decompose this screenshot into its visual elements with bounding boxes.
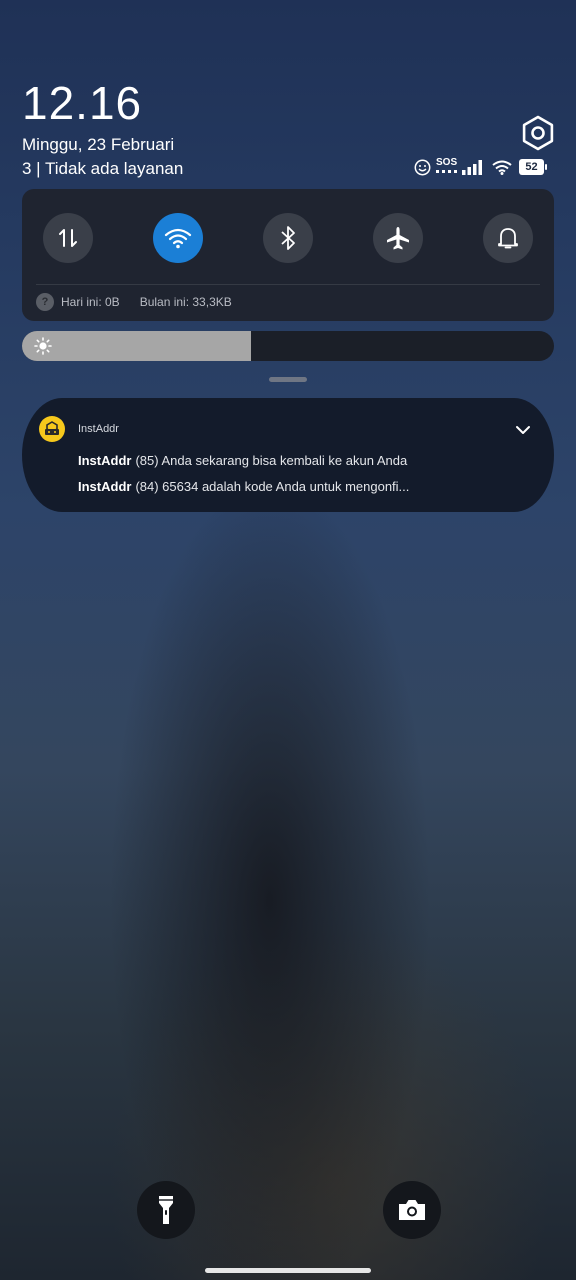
data-transfer-icon <box>59 229 77 247</box>
battery-level: 52 <box>519 159 544 175</box>
message-sender: InstAddr <box>78 453 132 468</box>
sun-icon <box>34 337 52 355</box>
airplane-icon <box>387 227 409 250</box>
camera-button[interactable] <box>383 1181 441 1239</box>
bluetooth-icon <box>281 226 295 250</box>
notification-message[interactable]: InstAddr (84) 65634 adalah kode Anda untu… <box>78 479 409 494</box>
message-text: (85) Anda sekarang bisa kembali ke akun … <box>135 453 408 468</box>
message-text: (84) 65634 adalah kode Anda untuk mengon… <box>135 479 410 494</box>
instaddr-logo-icon <box>45 421 59 435</box>
sos-label: SOS <box>436 157 458 168</box>
qs-divider <box>36 284 540 285</box>
home-indicator[interactable] <box>205 1268 371 1273</box>
settings-button[interactable] <box>520 115 556 151</box>
expand-button[interactable] <box>510 417 536 443</box>
smiley-icon <box>414 159 431 176</box>
notification-message[interactable]: InstAddr (85) Anda sekarang bisa kembali … <box>78 453 407 468</box>
bell-icon <box>498 228 518 249</box>
wifi-icon <box>164 228 192 249</box>
battery-indicator: 52 <box>519 159 547 175</box>
gear-icon <box>522 115 554 151</box>
data-usage-row: ? Hari ini: 0B Bulan ini: 33,3KB <box>36 292 232 312</box>
panel-drag-handle[interactable] <box>269 377 307 382</box>
tile-airplane[interactable] <box>373 213 423 263</box>
carrier-label: 3 | Tidak ada layanan <box>22 159 184 178</box>
app-name: InstAddr <box>78 423 119 435</box>
app-icon <box>39 416 65 442</box>
data-usage-info-icon: ? <box>36 293 54 311</box>
tile-mobile-data[interactable] <box>43 213 93 263</box>
tile-sound[interactable] <box>483 213 533 263</box>
flashlight-button[interactable] <box>137 1181 195 1239</box>
quick-settings-panel: ? Hari ini: 0B Bulan ini: 33,3KB <box>22 189 554 321</box>
wifi-status-icon <box>492 160 512 175</box>
chevron-down-icon <box>516 426 530 434</box>
notification-card[interactable]: InstAddr InstAddr (85) Anda sekarang bisa… <box>22 398 554 512</box>
clock-date[interactable]: Minggu, 23 Februari <box>22 135 174 155</box>
data-usage-today: Hari ini: 0B <box>61 295 120 309</box>
brightness-slider[interactable] <box>22 331 554 361</box>
clock-time: 12.16 <box>22 77 143 129</box>
sos-signal-dots-icon <box>436 170 457 173</box>
camera-icon <box>399 1200 425 1220</box>
signal-bars-icon <box>462 160 482 175</box>
message-sender: InstAddr <box>78 479 132 494</box>
flashlight-icon <box>159 1196 173 1224</box>
tile-bluetooth[interactable] <box>263 213 313 263</box>
status-bar-icons: SOS 52 <box>412 156 552 180</box>
tile-wifi[interactable] <box>153 213 203 263</box>
brightness-fill <box>22 331 251 361</box>
data-usage-month: Bulan ini: 33,3KB <box>139 295 232 309</box>
